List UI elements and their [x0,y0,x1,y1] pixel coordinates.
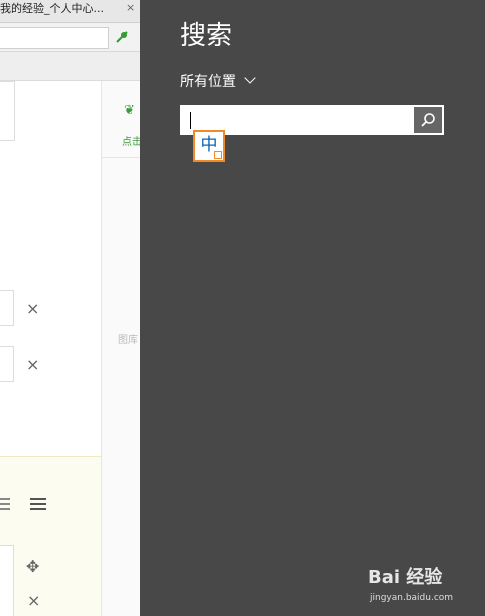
search-button[interactable] [414,107,442,133]
tab-close-icon[interactable]: × [126,1,135,14]
browser-tab-bar: 我的经验_个人中心... × [0,0,140,23]
ime-corner-icon [214,151,222,159]
side-panel: ❦ 点击 图库 [102,81,140,616]
side-panel-divider [102,157,140,158]
address-bar [0,23,140,52]
address-field[interactable] [0,27,109,49]
browser-tab-title: 我的经验_个人中心... [0,2,104,15]
bullet-list-icon[interactable] [30,498,46,512]
browser-toolbar [0,52,140,81]
background-browser-page: 我的经验_个人中心... × ❦ 点击 图库 × × ✥ × [0,0,140,616]
page-content: ❦ 点击 图库 × × ✥ × [0,81,140,616]
pin-extension-icon[interactable] [112,27,132,47]
move-icon[interactable]: ✥ [26,557,39,576]
side-panel-label: 图库 [118,335,138,346]
remove-icon[interactable]: × [26,357,39,373]
watermark-url: jingyan.baidu.com [370,593,454,603]
editor-section: ✥ × [0,456,101,616]
search-scope-label: 所有位置 [180,74,236,90]
step-input-field[interactable] [0,346,14,382]
content-box [0,81,15,141]
side-panel-link[interactable]: 点击 [122,133,140,148]
leaf-icon[interactable]: ❦ [124,103,138,118]
remove-icon[interactable]: × [27,591,40,610]
step-input-field[interactable] [0,290,14,326]
search-scope-dropdown[interactable]: 所有位置 [180,71,256,93]
chevron-down-icon [244,72,256,84]
search-icon [421,113,435,127]
watermark-logo: Bai 经验 [368,567,443,588]
browser-tab[interactable]: 我的经验_个人中心... [0,0,128,22]
search-charm-panel: 搜索 所有位置 中 Bai 经验 jingyan.baidu.com [140,0,485,616]
list-icon[interactable] [0,498,10,512]
ime-indicator[interactable]: 中 [193,130,225,162]
text-cursor [190,112,191,129]
search-charm-title: 搜索 [180,21,233,51]
remove-icon[interactable]: × [26,301,39,317]
editor-input-field[interactable] [0,545,14,616]
baidu-jingyan-watermark: Bai 经验 jingyan.baidu.com [368,566,485,610]
